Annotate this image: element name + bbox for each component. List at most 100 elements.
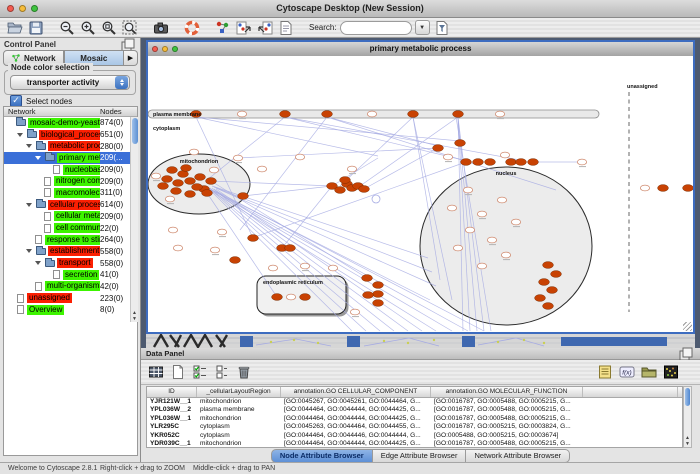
trash-icon[interactable] [235, 363, 253, 381]
tree-item-establishment-of-lo[interactable]: establishment of lo558(0) [4, 246, 137, 258]
network-node[interactable] [443, 154, 452, 160]
network-node-selected[interactable] [506, 159, 517, 166]
column-header-ID[interactable]: ID [147, 387, 197, 397]
network-node-selected[interactable] [238, 193, 249, 200]
column-header-_cellularLayoutRegion[interactable]: _cellularLayoutRegion [197, 387, 281, 397]
expand-arrow-icon[interactable] [17, 133, 23, 137]
tree-scrollbar-arrows[interactable]: ▲▼ [131, 310, 138, 322]
network-node[interactable] [500, 152, 509, 158]
tree-item-cell-communicat[interactable]: cell communicat22(0) [4, 222, 137, 234]
tree-item-mosaic-demo-yeast[interactable]: mosaic-demo-yeast874(0) [4, 117, 137, 129]
network-node-selected[interactable] [195, 174, 206, 181]
filter-icon[interactable] [433, 19, 451, 37]
network-node[interactable] [217, 229, 226, 235]
network-node-selected[interactable] [285, 245, 296, 252]
new-doc-icon[interactable] [169, 363, 187, 381]
network-node[interactable] [447, 205, 456, 211]
network-node-selected[interactable] [359, 186, 370, 193]
tree-item-biological-process[interactable]: biological_process651(0) [4, 129, 137, 141]
network-view-window[interactable]: primary metabolic process plasma membran… [146, 40, 695, 334]
tree-item-secretion[interactable]: secretion41(0) [4, 269, 137, 281]
column-header-spacer[interactable] [583, 387, 678, 397]
network-node-selected[interactable] [272, 294, 283, 301]
zoom-button[interactable] [31, 5, 38, 12]
table-scrollbar-thumb[interactable] [685, 388, 690, 406]
import-icon[interactable] [640, 363, 658, 381]
matrix-icon[interactable] [662, 363, 680, 381]
network-node[interactable] [350, 309, 359, 315]
network-node[interactable] [511, 219, 520, 225]
network-node-selected[interactable] [363, 292, 374, 299]
tab-network-attribute-browser[interactable]: Network Attribute Browser [466, 449, 570, 463]
network-node-selected[interactable] [173, 180, 184, 187]
network-node-selected[interactable] [373, 291, 384, 298]
tree-item-multi-organism-pro[interactable]: multi-organism pro42(0) [4, 281, 137, 293]
expand-arrow-icon[interactable] [35, 261, 41, 265]
plugin-a-icon[interactable] [235, 19, 253, 37]
zoom-in-icon[interactable] [79, 19, 97, 37]
network-node[interactable] [210, 247, 219, 253]
help-icon[interactable] [183, 19, 201, 37]
network-node-selected[interactable] [185, 178, 196, 185]
expand-arrow-icon[interactable] [26, 203, 32, 207]
network-node-selected[interactable] [322, 111, 333, 118]
zoom-button[interactable] [172, 46, 178, 52]
select-attributes-icon[interactable] [191, 363, 209, 381]
network-node-selected[interactable] [373, 300, 384, 307]
table-icon[interactable] [147, 363, 165, 381]
network-node-selected[interactable] [373, 282, 384, 289]
formula-icon[interactable]: f(x) [618, 363, 636, 381]
network-node-selected[interactable] [181, 165, 192, 172]
network-node-selected[interactable] [206, 178, 217, 185]
table-row[interactable]: YKR052Ccytoplasm[GO:0044464, GO:0044446,… [147, 432, 682, 440]
network-node-selected[interactable] [178, 171, 189, 178]
expand-arrow-icon[interactable] [35, 156, 41, 160]
network-node[interactable] [640, 185, 649, 191]
tree-item-overview[interactable]: Overview8(0) [4, 304, 137, 316]
network-node-selected[interactable] [362, 275, 373, 282]
expand-arrow-icon[interactable] [26, 144, 32, 148]
network-node-selected[interactable] [543, 303, 554, 310]
unify-icon[interactable] [213, 363, 231, 381]
network-node-selected[interactable] [658, 185, 669, 192]
close-button[interactable] [152, 46, 158, 52]
network-node-selected[interactable] [528, 159, 539, 166]
node-color-dropdown[interactable]: transporter activity [10, 75, 130, 90]
network-node[interactable] [497, 197, 506, 203]
network-node-selected[interactable] [248, 235, 259, 242]
open-icon[interactable] [6, 19, 24, 37]
resize-grip[interactable] [683, 322, 692, 331]
plugin-b-icon[interactable] [256, 19, 274, 37]
network-node-selected[interactable] [230, 257, 241, 264]
network-node-selected[interactable] [455, 140, 466, 147]
table-row[interactable]: YLR295Ccytoplasm[GO:0045263, GO:0044464,… [147, 423, 682, 431]
network-window-titlebar[interactable]: primary metabolic process [148, 42, 693, 57]
zoom-region-icon[interactable] [121, 19, 139, 37]
network-node-selected[interactable] [539, 279, 550, 286]
snapshot-icon[interactable] [152, 19, 170, 37]
network-node[interactable] [233, 155, 242, 161]
network-node-selected[interactable] [300, 294, 311, 301]
table-row[interactable]: YJR121W__1mitochondrion[GO:0045267, GO:0… [147, 398, 682, 406]
table-scrollbar[interactable]: ▲▼ [683, 386, 692, 448]
network-node-selected[interactable] [335, 187, 346, 194]
network-node[interactable] [209, 167, 218, 173]
network-node[interactable] [300, 263, 309, 269]
network-node-selected[interactable] [453, 111, 464, 118]
column-header-annotation.GO MOLECULAR_FUNCTION[interactable]: annotation.GO MOLECULAR_FUNCTION [431, 387, 583, 397]
network-node[interactable] [268, 265, 277, 271]
network-node-selected[interactable] [433, 145, 444, 152]
network-node-selected[interactable] [547, 287, 558, 294]
save-icon[interactable] [27, 19, 45, 37]
vizmapper-icon[interactable] [214, 19, 232, 37]
tree-item-cellular-process[interactable]: cellular process614(0) [4, 199, 137, 211]
network-node[interactable] [165, 196, 174, 202]
table-row[interactable]: YPL036W__2plasma membrane[GO:0044464, GO… [147, 406, 682, 414]
table-scrollbar-arrows[interactable]: ▲▼ [684, 435, 691, 447]
network-node[interactable] [501, 252, 510, 258]
network-node-selected[interactable] [516, 159, 527, 166]
tab-edge-attribute-browser[interactable]: Edge Attribute Browser [373, 449, 467, 463]
network-node[interactable] [463, 187, 472, 193]
network-node-selected[interactable] [171, 188, 182, 195]
network-node-selected[interactable] [473, 159, 484, 166]
